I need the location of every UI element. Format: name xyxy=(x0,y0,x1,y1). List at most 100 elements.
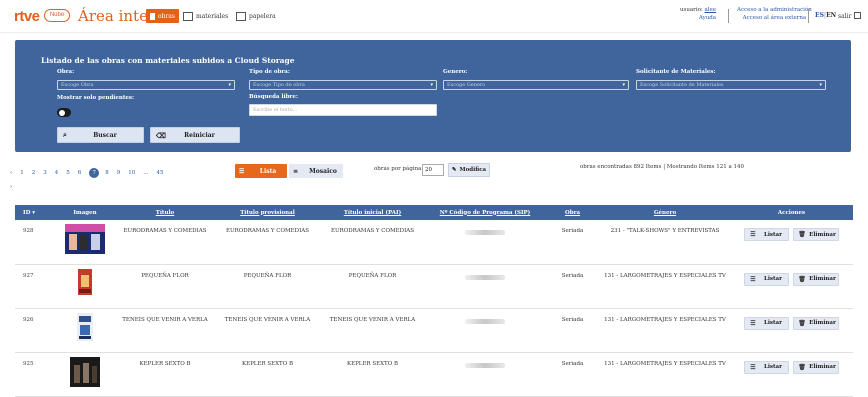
external-link[interactable]: Acceso al área externa xyxy=(743,15,807,21)
row-genero: 131 - LARGOMETRAJES Y ESPECIALES TV xyxy=(604,272,726,279)
buscar-button[interactable]: ⌕ Buscar xyxy=(57,127,144,143)
page-2[interactable]: 2 xyxy=(32,170,36,176)
row-actions: ☰ Listar 🗑 Eliminar xyxy=(730,220,853,264)
page-6[interactable]: 6 xyxy=(78,170,82,176)
solicitante-select-value: Escoge Solicitante de Materiales xyxy=(640,82,724,88)
nav-papelera[interactable]: papelera xyxy=(236,9,276,23)
col-id[interactable]: ID ▾ xyxy=(15,205,55,220)
mosaico-label: Mosaico xyxy=(309,167,337,175)
chevron-down-icon: ▾ xyxy=(228,82,231,88)
modifica-button[interactable]: ✎ Modifica xyxy=(448,163,490,177)
page-4[interactable]: 4 xyxy=(55,170,59,176)
row-actions: ☰ Listar 🗑 Eliminar xyxy=(730,308,853,352)
row-obra: Seriada xyxy=(561,228,584,234)
row-titulo-inicial: KEPLER SEXTO B xyxy=(346,360,399,367)
lang-es[interactable]: ES xyxy=(815,12,824,19)
view-lista-button[interactable]: ☰ Lista xyxy=(235,164,287,178)
film-icon xyxy=(150,12,155,20)
col-titulo-provisional[interactable]: Título provisional xyxy=(215,205,320,220)
pendientes-label: Mostrar solo pendientes: xyxy=(57,95,135,101)
row-thumbnail[interactable] xyxy=(55,308,115,352)
works-table: ID ▾ Imagen Título Título provisional Tí… xyxy=(15,205,853,397)
row-codigo-programa xyxy=(425,220,545,264)
listar-button[interactable]: ☰ Listar xyxy=(744,360,789,374)
page-1[interactable]: 1 xyxy=(20,170,24,176)
page-3[interactable]: 3 xyxy=(43,170,47,176)
thumbnail-image xyxy=(78,268,92,295)
row-titulo-provisional: TENEIS QUE VENIR A VERLA xyxy=(224,316,311,323)
eliminar-button[interactable]: 🗑 Eliminar xyxy=(793,228,839,241)
tipo-select[interactable]: Escoge Tipo de obra ▾ xyxy=(249,80,437,90)
row-id: 927 xyxy=(23,272,34,279)
modifica-label: Modifica xyxy=(459,167,487,173)
eliminar-button[interactable]: 🗑 Eliminar xyxy=(793,360,839,374)
page-8[interactable]: 8 xyxy=(105,170,109,176)
prev-page-button[interactable]: ‹ xyxy=(10,170,12,176)
col-obra[interactable]: Obra xyxy=(545,205,600,220)
listar-button[interactable]: ☰ Listar xyxy=(744,228,789,241)
listar-button[interactable]: ☰ Listar xyxy=(744,316,789,330)
help-link[interactable]: Ayuda xyxy=(699,15,716,21)
col-titulo[interactable]: Título xyxy=(115,205,215,220)
row-obra: Seriada xyxy=(561,272,584,279)
nube-logo: Nube xyxy=(44,9,70,22)
search-input[interactable]: Escribe el texto... xyxy=(249,104,437,116)
row-titulo-provisional: PEQUEÑA FLOR xyxy=(243,272,292,279)
chevron-down-icon: ▾ xyxy=(622,82,625,88)
row-titulo-inicial: TENEIS QUE VENIR A VERLA xyxy=(329,316,416,323)
nav-materiales[interactable]: materiales xyxy=(183,9,228,23)
eliminar-button[interactable]: 🗑 Eliminar xyxy=(793,272,839,286)
trash-icon: 🗑 xyxy=(798,231,806,238)
page-7-current[interactable]: 7 xyxy=(89,168,100,178)
col-codigo-programa[interactable]: Nº Código de Programa (SIP) xyxy=(425,205,545,220)
obra-select[interactable]: Escoge Obra ▾ xyxy=(57,80,235,90)
page-5[interactable]: 5 xyxy=(66,170,70,176)
genero-select[interactable]: Escoge Genero ▾ xyxy=(443,80,629,90)
listar-label: Listar xyxy=(763,276,783,282)
col-titulo-inicial[interactable]: Título inicial (PAI) xyxy=(320,205,425,220)
solicitante-select[interactable]: Escoge Solicitante de Materiales ▾ xyxy=(636,80,826,90)
nav-materiales-label: materiales xyxy=(196,12,229,20)
nav-obras[interactable]: obras xyxy=(146,9,179,23)
eliminar-button[interactable]: 🗑 Eliminar xyxy=(793,316,839,330)
per-page-input[interactable]: 20 xyxy=(422,164,444,176)
busqueda-label: Búsqueda libre: xyxy=(249,94,298,100)
listar-button[interactable]: ☰ Listar xyxy=(744,272,789,286)
film-strip-icon xyxy=(183,11,193,21)
page-45[interactable]: 45 xyxy=(156,170,163,176)
search-icon: ⌕ xyxy=(63,130,67,139)
row-titulo-provisional: EURODRAMAS Y COMEDIAS xyxy=(225,228,309,234)
redacted-value xyxy=(465,230,505,235)
row-thumbnail[interactable] xyxy=(55,220,115,264)
eliminar-label: Eliminar xyxy=(809,276,836,282)
next-page-button[interactable]: › xyxy=(10,184,12,190)
trash-icon: 🗑 xyxy=(798,275,806,283)
page-ellipsis: ... xyxy=(143,170,149,176)
rtve-logo[interactable]: rtve xyxy=(14,8,40,25)
row-genero: 131 - LARGOMETRAJES Y ESPECIALES TV xyxy=(604,360,726,367)
user-box: usuario: alee Ayuda xyxy=(680,6,716,22)
sort-icon: ▾ xyxy=(32,209,36,216)
genero-label: Genero: xyxy=(443,69,468,75)
page-9[interactable]: 9 xyxy=(117,170,121,176)
reiniciar-button[interactable]: ⌫ Reiniciar xyxy=(150,127,240,143)
row-thumbnail[interactable] xyxy=(55,352,115,396)
user-name-link[interactable]: alee xyxy=(705,7,717,13)
view-mosaico-button[interactable]: ≡ Mosaico xyxy=(289,164,343,178)
trash-icon xyxy=(236,11,246,21)
row-titulo-inicial: EURODRAMAS Y COMEDIAS xyxy=(330,228,414,234)
row-titulo: TENEIS QUE VENIR A VERLA xyxy=(122,316,208,323)
row-titulo: KEPLER SEXTO B xyxy=(139,360,191,367)
list-icon: ☰ xyxy=(750,319,756,327)
pagination: ‹ 1 2 3 4 5 6 7 8 9 10 ... 45 xyxy=(10,168,171,178)
redacted-value xyxy=(465,362,505,368)
lang-en[interactable]: EN xyxy=(826,12,836,19)
per-page-label: obras por página: xyxy=(374,166,424,172)
pendientes-toggle[interactable] xyxy=(57,108,71,117)
page-10[interactable]: 10 xyxy=(128,170,135,176)
admin-link[interactable]: Acceso a la administración xyxy=(737,7,812,13)
logout-button[interactable]: salir xyxy=(838,12,862,20)
col-genero[interactable]: Género xyxy=(600,205,730,220)
row-titulo-provisional: KEPLER SEXTO B xyxy=(241,360,294,367)
row-thumbnail[interactable] xyxy=(55,264,115,308)
